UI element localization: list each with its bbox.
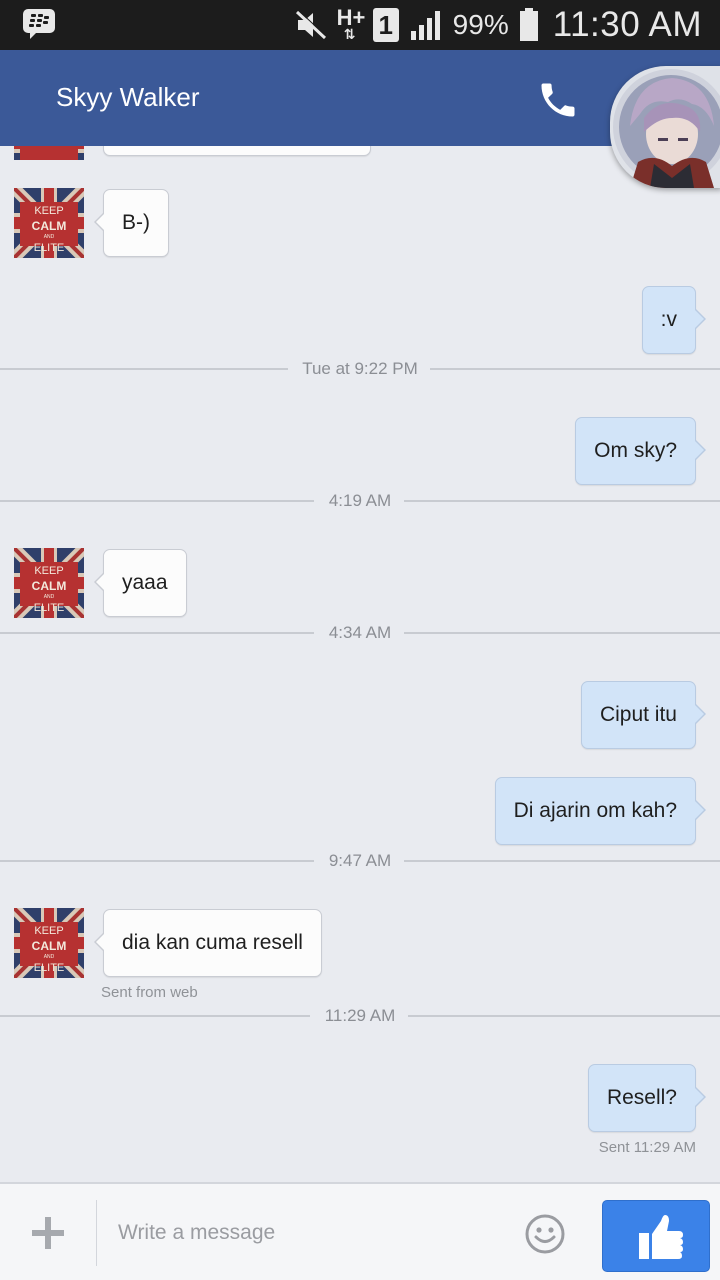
- message-text: yaaa: [122, 571, 168, 594]
- flag-text-elite: ELITE: [34, 602, 65, 614]
- message-text: Om sky?: [594, 439, 677, 462]
- status-time: 11:30 AM: [552, 5, 702, 44]
- keep-calm-flag-image: [14, 146, 84, 160]
- flag-text-elite: ELITE: [34, 242, 65, 254]
- contact-avatar[interactable]: KEEP CALM AND ELITE: [14, 188, 84, 258]
- message-bubble-received[interactable]: B-): [94, 189, 169, 257]
- message-bubble-sent[interactable]: Di ajarin om kah?: [494, 777, 707, 845]
- time-divider: 9:47 AM: [0, 849, 720, 873]
- flag-text-elite: ELITE: [34, 962, 65, 974]
- message-text: Di ajarin om kah?: [513, 799, 677, 822]
- contact-avatar[interactable]: KEEP CALM AND ELITE: [14, 908, 84, 978]
- message-bubble-partial[interactable]: [103, 146, 371, 156]
- phone-icon[interactable]: [536, 78, 580, 122]
- flag-text-calm: CALM: [32, 579, 67, 593]
- smiley-icon[interactable]: [524, 1213, 566, 1255]
- like-send-button[interactable]: [602, 1200, 710, 1272]
- anime-avatar-image: [613, 69, 720, 188]
- thumbs-up-icon: [639, 1215, 683, 1259]
- flag-text-calm: CALM: [32, 219, 67, 233]
- message-text: B-): [122, 211, 150, 234]
- network-type-icon: H+ ⇅: [336, 5, 366, 42]
- flag-text-keep: KEEP: [34, 565, 63, 577]
- battery-percent: 99%: [452, 9, 509, 40]
- message-bubble-sent[interactable]: Om sky?: [575, 417, 706, 485]
- flag-text-and: AND: [44, 594, 55, 600]
- message-bubble-sent[interactable]: Resell?: [587, 1064, 707, 1132]
- flag-text-and: AND: [44, 234, 55, 240]
- contact-avatar[interactable]: [14, 146, 84, 160]
- divider-time-label: Tue at 9:22 PM: [290, 359, 430, 378]
- signal-strength-icon: [410, 11, 440, 40]
- keep-calm-flag-image: KEEP CALM AND ELITE: [14, 188, 84, 258]
- time-divider: 11:29 AM: [0, 1004, 720, 1028]
- keep-calm-flag-image: KEEP CALM AND ELITE: [14, 548, 84, 618]
- contact-name[interactable]: Skyy Walker: [56, 82, 200, 113]
- message-source-meta: Sent from web: [101, 984, 198, 1001]
- flag-text-keep: KEEP: [34, 925, 63, 937]
- message-sent-meta: Sent 11:29 AM: [598, 1139, 696, 1156]
- status-bar: H+ ⇅ 1 99% 11:30 AM: [0, 0, 720, 50]
- message-text: Ciput itu: [599, 703, 677, 726]
- divider-time-label: 9:47 AM: [316, 851, 404, 870]
- battery-icon: [519, 8, 538, 41]
- message-text: Resell?: [606, 1086, 677, 1109]
- sim-slot-icon: 1: [372, 8, 399, 42]
- message-text: dia kan cuma resell: [122, 931, 303, 954]
- divider-time-label: 4:19 AM: [316, 491, 404, 510]
- flag-text-calm: CALM: [32, 939, 67, 953]
- mute-icon: [295, 10, 326, 40]
- plus-icon[interactable]: [30, 1215, 66, 1251]
- divider-time-label: 11:29 AM: [312, 1006, 408, 1025]
- time-divider: Tue at 9:22 PM: [0, 357, 720, 381]
- time-divider: 4:19 AM: [0, 489, 720, 513]
- keep-calm-flag-image: KEEP CALM AND ELITE: [14, 908, 84, 978]
- composer-divider: [96, 1200, 97, 1266]
- divider-time-label: 4:34 AM: [316, 623, 404, 642]
- flag-text-and: AND: [44, 954, 55, 960]
- message-bubble-sent[interactable]: Ciput itu: [580, 681, 707, 749]
- message-list[interactable]: KEEP CALM AND ELITE B-) :v Tue at 9:22 P…: [0, 146, 720, 1182]
- contact-chat-head-avatar[interactable]: [610, 66, 720, 188]
- message-bubble-sent[interactable]: :v: [641, 286, 707, 354]
- flag-text-keep: KEEP: [34, 205, 63, 217]
- message-composer: [0, 1182, 720, 1280]
- message-bubble-received[interactable]: dia kan cuma resell: [94, 909, 322, 977]
- message-bubble-received[interactable]: yaaa: [94, 549, 187, 617]
- time-divider: 4:34 AM: [0, 621, 720, 645]
- message-text: :v: [660, 308, 677, 331]
- contact-avatar[interactable]: KEEP CALM AND ELITE: [14, 548, 84, 618]
- bbm-notification-icon: [23, 9, 55, 39]
- message-input[interactable]: [104, 1204, 504, 1262]
- network-type-label: H+: [336, 5, 366, 30]
